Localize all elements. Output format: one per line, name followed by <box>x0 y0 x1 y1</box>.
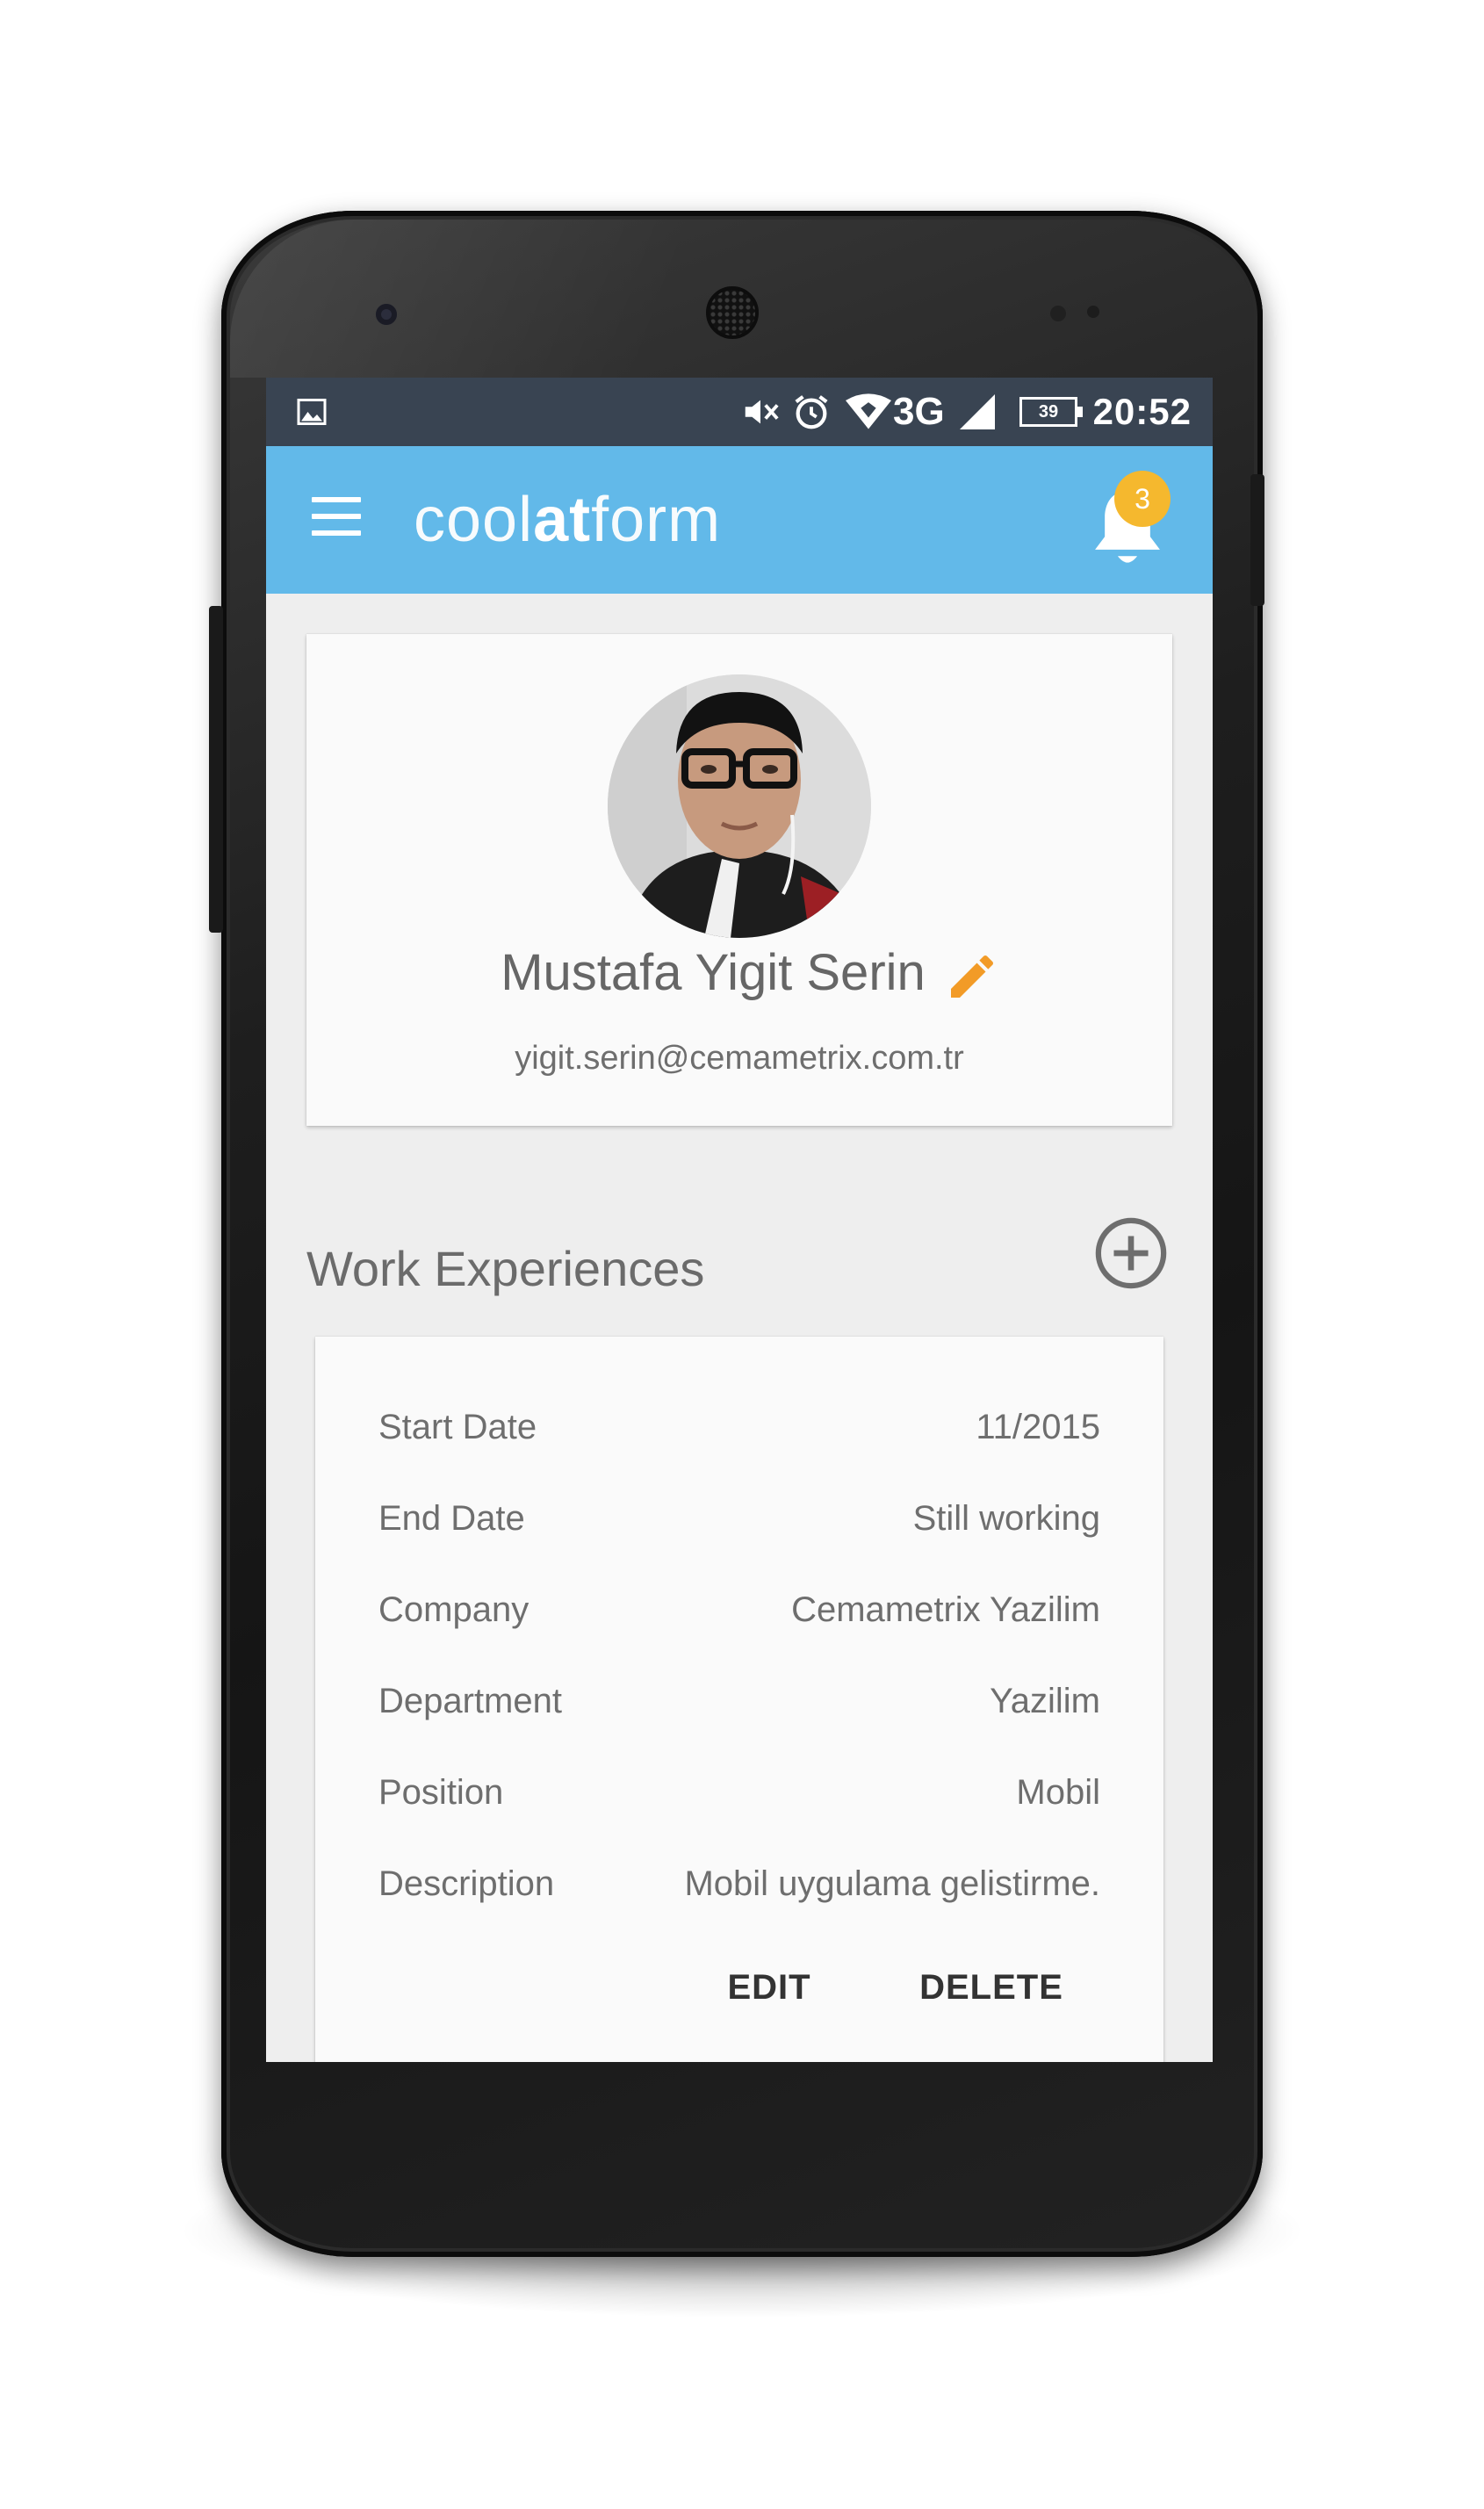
edit-button[interactable]: EDIT <box>712 1957 826 2018</box>
profile-card: Mustafa Yigit Serin yigit.serin@cemametr… <box>306 634 1172 1126</box>
avatar[interactable] <box>608 674 871 938</box>
row-value: Mobil <box>1016 1772 1100 1812</box>
network-type: 3G <box>893 390 945 433</box>
work-experience-card: Start Date 11/2015 End Date Still workin… <box>315 1337 1163 2062</box>
image-icon <box>296 378 328 446</box>
row-label: Description <box>378 1864 555 1903</box>
row-label: Company <box>378 1590 529 1629</box>
content-area: Mustafa Yigit Serin yigit.serin@cemametr… <box>266 594 1213 2062</box>
row-value: 11/2015 <box>976 1407 1100 1446</box>
alarm-icon <box>791 378 832 446</box>
front-camera <box>376 304 397 325</box>
logo-text-at: at <box>533 485 592 555</box>
row-value: Still working <box>912 1498 1100 1538</box>
notification-badge: 3 <box>1114 471 1171 527</box>
row-label: Department <box>378 1681 562 1720</box>
row-end-date: End Date Still working <box>378 1492 1100 1545</box>
row-value: Yazilim <box>990 1681 1100 1720</box>
edit-pencil-icon[interactable] <box>944 948 1000 1005</box>
device-mockup: 3G 39 20:52 cool at form 3 Mustafa Yigit… <box>0 0 1484 2509</box>
app-bar: cool at form 3 <box>266 446 1213 594</box>
row-start-date: Start Date 11/2015 <box>378 1401 1100 1453</box>
power-button <box>1250 474 1264 606</box>
app-logo: cool at form <box>414 478 721 562</box>
row-department: Department Yazilim <box>378 1675 1100 1727</box>
speaker-grille <box>706 286 759 339</box>
proximity-sensor-right <box>1087 306 1099 318</box>
battery-icon: 39 <box>1019 378 1083 446</box>
logo-text-cool: cool <box>414 485 534 555</box>
row-position: Position Mobil <box>378 1766 1100 1819</box>
row-company: Company Cemametrix Yazilim <box>378 1583 1100 1636</box>
status-bar: 3G 39 20:52 <box>266 378 1213 446</box>
delete-button[interactable]: DELETE <box>904 1957 1079 2018</box>
logo-text-form: form <box>591 485 722 555</box>
row-label: End Date <box>378 1498 525 1538</box>
volume-button <box>209 606 223 933</box>
add-circle-icon[interactable] <box>1093 1215 1169 1291</box>
battery-level: 39 <box>1038 401 1059 422</box>
signal-icon <box>960 378 995 446</box>
row-description: Description Mobil uygulama gelistirme. <box>378 1857 1100 1910</box>
clock: 20:52 <box>1092 391 1192 432</box>
profile-name: Mustafa Yigit Serin <box>501 944 926 1001</box>
profile-email: yigit.serin@cemametrix.com.tr <box>515 1040 964 1077</box>
row-label: Position <box>378 1772 504 1812</box>
menu-icon[interactable] <box>312 497 361 536</box>
row-value: Mobil uygulama gelistirme. <box>684 1864 1100 1903</box>
row-value: Cemametrix Yazilim <box>791 1590 1100 1629</box>
screen: 3G 39 20:52 cool at form 3 Mustafa Yigit… <box>266 378 1213 2062</box>
section-title: Work Experiences <box>306 1241 705 1296</box>
wifi-icon <box>846 378 891 446</box>
row-label: Start Date <box>378 1407 537 1446</box>
proximity-sensor-left <box>1050 306 1066 321</box>
vibrate-off-icon <box>740 378 781 446</box>
